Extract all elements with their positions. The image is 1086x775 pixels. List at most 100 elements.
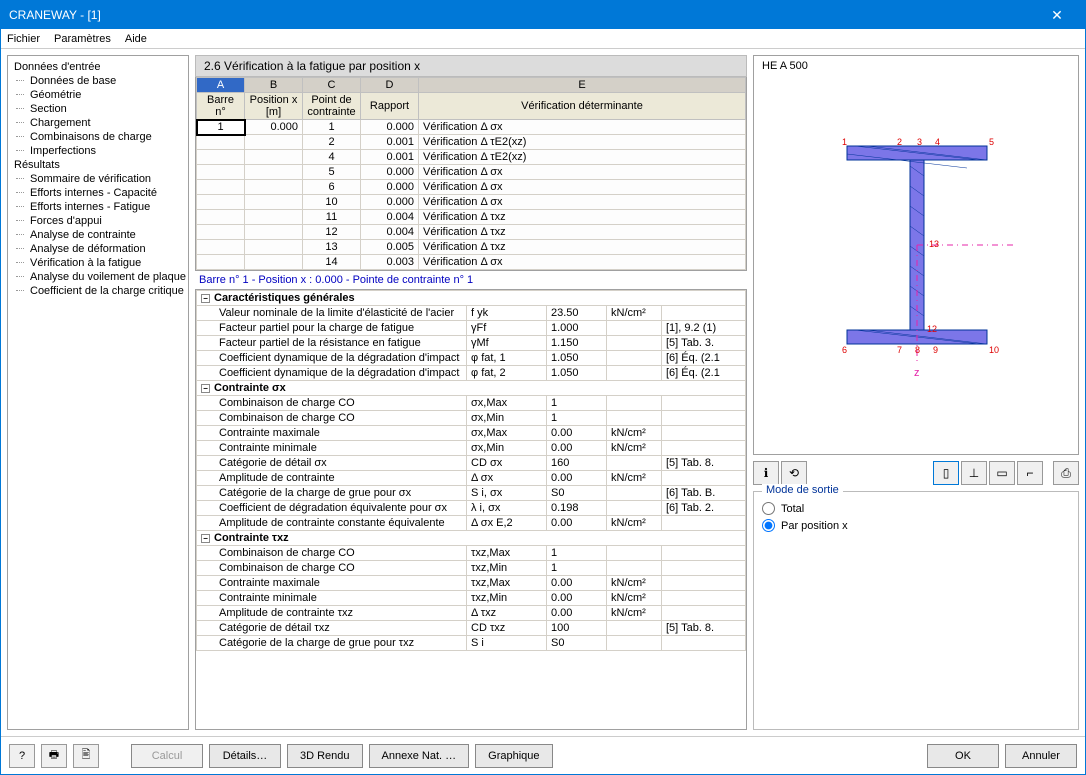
tree-item[interactable]: Sommaire de vérification [10,172,186,186]
output-mode-title: Mode de sortie [762,484,843,496]
detail-header: Barre n° 1 - Position x : 0.000 - Pointe… [195,271,747,289]
menu-file[interactable]: Fichier [7,33,40,45]
tree-item[interactable]: Données de base [10,74,186,88]
detail-row: Valeur nominale de la limite d'élasticit… [197,306,746,321]
tree-group-input[interactable]: Données d'entrée [10,60,186,74]
svg-text:3: 3 [917,137,922,147]
svg-text:z: z [914,367,920,379]
tree-item[interactable]: Imperfections [10,144,186,158]
menu-help[interactable]: Aide [125,33,147,45]
detail-row: Catégorie de détail τxzCD τxz100[5] Tab.… [197,621,746,636]
tree-item[interactable]: Vérification à la fatigue [10,256,186,270]
panel-title: 2.6 Vérification à la fatigue par positi… [195,55,747,77]
menu-params[interactable]: Paramètres [54,33,111,45]
detail-row: Catégorie de détail σxCD σx160[5] Tab. 8… [197,456,746,471]
tree-item[interactable]: Géométrie [10,88,186,102]
table-row[interactable]: 130.005Vérification Δ τxz [197,240,746,255]
section-name: HE A 500 [762,60,808,72]
table-row[interactable]: 50.000Vérification Δ σx [197,165,746,180]
detail-row: Combinaison de charge COτxz,Min1 [197,561,746,576]
table-row[interactable]: 40.001Vérification Δ τE2(xz) [197,150,746,165]
detail-row: Catégorie de la charge de grue pour τxzS… [197,636,746,651]
annex-button[interactable]: Annexe Nat. … [369,744,470,768]
tree-item[interactable]: Forces d'appui [10,214,186,228]
detail-row: Amplitude de contrainte constante équiva… [197,516,746,531]
table-row[interactable]: 20.001Vérification Δ τE2(xz) [197,135,746,150]
detail-row: Contrainte minimaleτxz,Min0.00kN/cm² [197,591,746,606]
graph-button[interactable]: Graphique [475,744,552,768]
col-d[interactable]: D [361,78,419,93]
tree-item[interactable]: Analyse de déformation [10,242,186,256]
tree-item[interactable]: Section [10,102,186,116]
table-row[interactable]: 140.003Vérification Δ σx [197,255,746,270]
hdr-det: Vérification déterminante [419,93,746,120]
detail-row: Combinaison de charge COτxz,Max1 [197,546,746,561]
stress-button[interactable]: ⟲ [781,461,807,485]
svg-text:8: 8 [915,345,920,355]
col-a[interactable]: A [197,78,245,93]
table-row[interactable]: 100.000Vérification Δ σx [197,195,746,210]
title-bar: CRANEWAY - [1] ✕ [1,1,1085,29]
tree-item[interactable]: Efforts internes - Fatigue [10,200,186,214]
tree-item[interactable]: Analyse du voilement de plaque [10,270,186,284]
col-b[interactable]: B [245,78,303,93]
hdr-barre: Barre n° [197,93,245,120]
detail-row: Coefficient de dégradation équivalente p… [197,501,746,516]
hdr-ratio: Rapport [361,93,419,120]
radio-bypos[interactable]: Par position x [762,517,1070,534]
table-row[interactable]: 60.000Vérification Δ σx [197,180,746,195]
results-grid[interactable]: A B C D E Barre n° Position x [m] Point … [195,77,747,271]
export2-button[interactable]: 🖹 [73,744,99,768]
table-row[interactable]: 110.004Vérification Δ τxz [197,210,746,225]
tree-group-results[interactable]: Résultats [10,158,186,172]
view1-button[interactable]: ▯ [933,461,959,485]
detail-row: Amplitude de contrainteΔ σx0.00kN/cm² [197,471,746,486]
hdr-pos: Position x [m] [245,93,303,120]
col-c[interactable]: C [303,78,361,93]
section-preview[interactable]: HE A 500 [753,55,1079,455]
tree-item[interactable]: Analyse de contrainte [10,228,186,242]
table-row[interactable]: 120.004Vérification Δ τxz [197,225,746,240]
detail-row: Contrainte minimaleσx,Min0.00kN/cm² [197,441,746,456]
view3-button[interactable]: ▭ [989,461,1015,485]
detail-row: Combinaison de charge COσx,Min1 [197,411,746,426]
close-icon[interactable]: ✕ [1037,7,1077,24]
table-row[interactable]: 10.00010.000Vérification Δ σx [197,120,746,135]
radio-total[interactable]: Total [762,500,1070,517]
col-e[interactable]: E [419,78,746,93]
svg-text:1: 1 [842,137,847,147]
detail-row: Facteur partiel de la résistance en fati… [197,336,746,351]
print-button[interactable]: ⎙ [1053,461,1079,485]
view2-button[interactable]: ⊥ [961,461,987,485]
info-button[interactable]: ℹ [753,461,779,485]
hdr-pt: Point de contrainte [303,93,361,120]
tree-item[interactable]: Efforts internes - Capacité [10,186,186,200]
help-button[interactable]: ? [9,744,35,768]
detail-grid[interactable]: −Caractéristiques généralesValeur nomina… [195,289,747,730]
navigation-tree[interactable]: Données d'entrée Données de baseGéométri… [7,55,189,730]
tree-item[interactable]: Combinaisons de charge [10,130,186,144]
svg-text:6: 6 [842,345,847,355]
output-mode-group: Mode de sortie Total Par position x [753,491,1079,730]
tree-item[interactable]: Coefficient de la charge critique [10,284,186,298]
svg-text:5: 5 [989,137,994,147]
export1-button[interactable]: 🖶 [41,744,67,768]
svg-text:2: 2 [897,137,902,147]
render-button[interactable]: 3D Rendu [287,744,363,768]
calc-button[interactable]: Calcul [131,744,203,768]
detail-row: Contrainte maximaleτxz,Max0.00kN/cm² [197,576,746,591]
svg-text:10: 10 [989,345,999,355]
svg-text:13: 13 [929,239,939,249]
detail-row: Facteur partiel pour la charge de fatigu… [197,321,746,336]
svg-text:4: 4 [935,137,940,147]
detail-row: Amplitude de contrainte τxzΔ τxz0.00kN/c… [197,606,746,621]
view4-button[interactable]: ⌐ [1017,461,1043,485]
ok-button[interactable]: OK [927,744,999,768]
ibeam-icon: y z 12345 13 12 678910 [817,136,1017,446]
cancel-button[interactable]: Annuler [1005,744,1077,768]
preview-toolbar: ℹ ⟲ ▯ ⊥ ▭ ⌐ ⎙ [753,461,1079,485]
menu-bar: Fichier Paramètres Aide [1,29,1085,49]
detail-row: Coefficient dynamique de la dégradation … [197,351,746,366]
details-button[interactable]: Détails… [209,744,281,768]
tree-item[interactable]: Chargement [10,116,186,130]
